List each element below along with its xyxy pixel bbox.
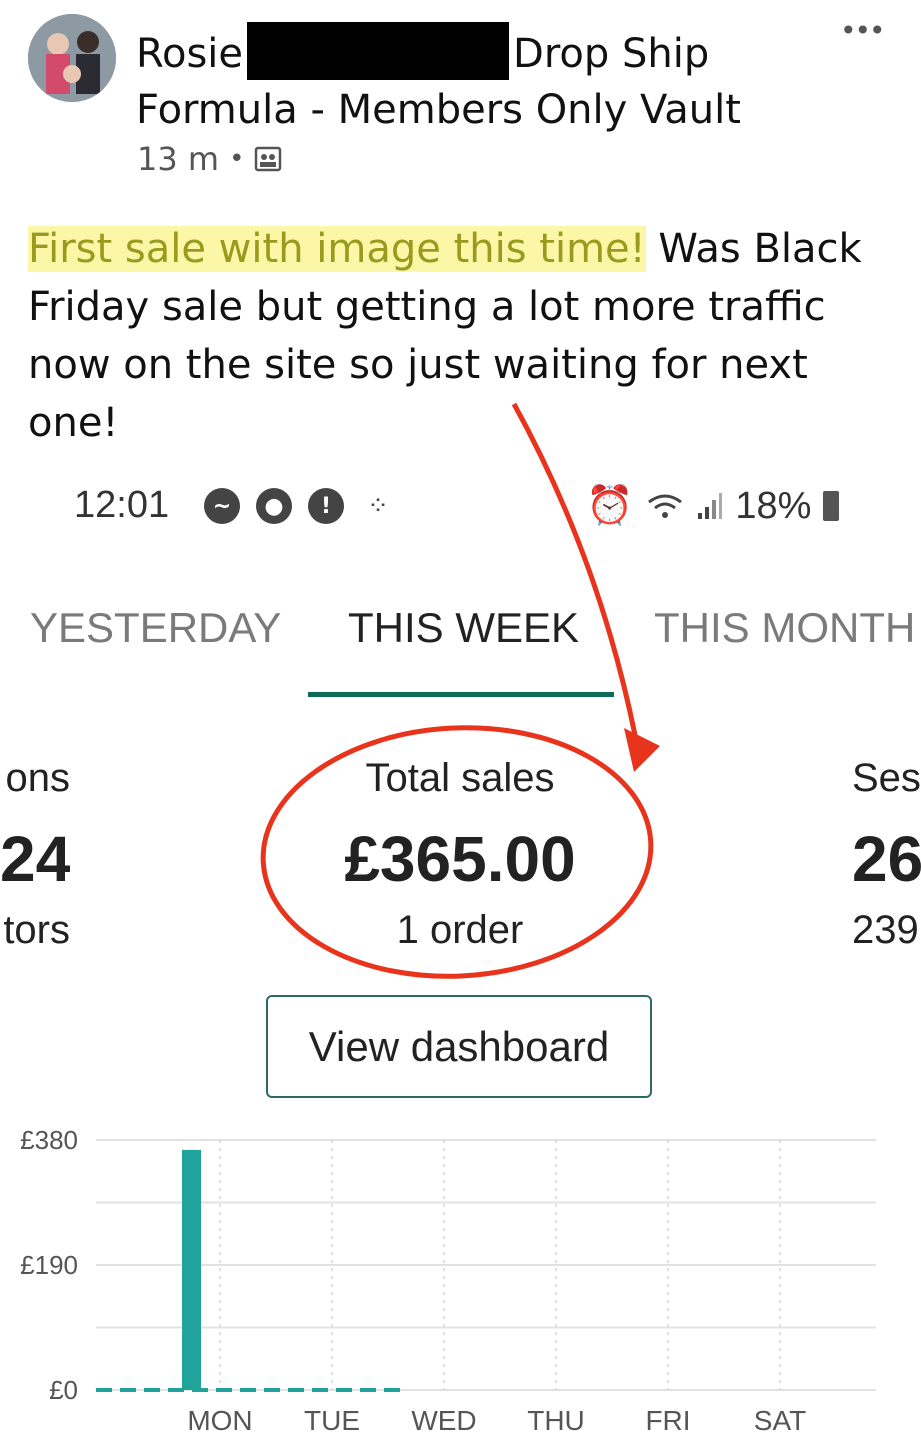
x-tick-label: TUE	[304, 1405, 360, 1436]
y-tick-label: £190	[20, 1250, 78, 1280]
x-tick-label: WED	[411, 1405, 476, 1436]
x-tick-label: MON	[187, 1405, 252, 1436]
annotation-circle	[260, 725, 654, 979]
sales-chart: £380 £190 £0 MON TUE WED THU FRI SAT	[20, 1125, 876, 1436]
annotation-arrowhead	[624, 728, 660, 772]
annotation-arrow	[511, 402, 639, 741]
x-tick-label: THU	[527, 1405, 585, 1436]
x-tick-label: SAT	[754, 1405, 806, 1436]
y-tick-label: £380	[20, 1125, 78, 1155]
y-tick-label: £0	[49, 1375, 78, 1405]
bar-mon	[182, 1149, 201, 1390]
x-tick-label: FRI	[645, 1405, 690, 1436]
